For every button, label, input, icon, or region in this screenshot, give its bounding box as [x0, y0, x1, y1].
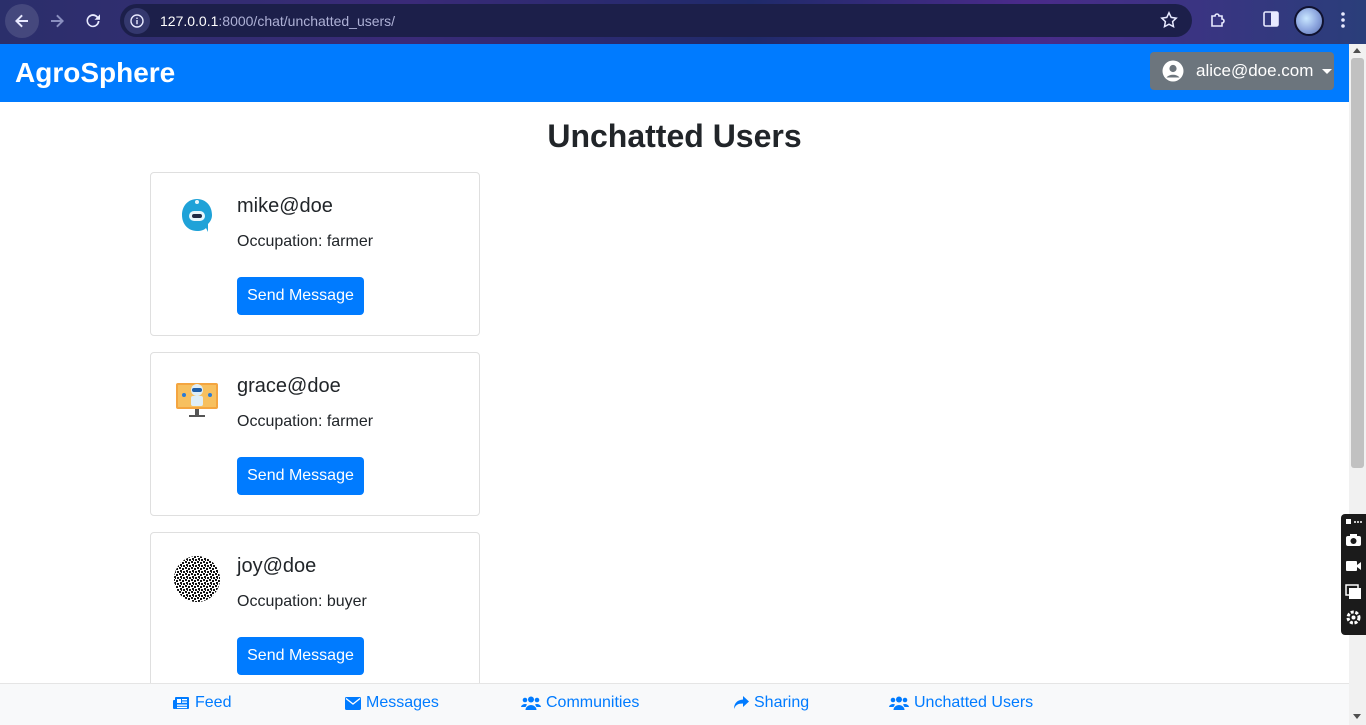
robot-avatar-icon [182, 199, 212, 232]
user-name: mike@doe [237, 195, 333, 217]
reload-icon [86, 14, 100, 28]
nav-feed-label: Feed [195, 694, 232, 711]
gear-icon[interactable] [1345, 609, 1362, 626]
side-panel-icon[interactable] [1262, 10, 1280, 28]
arrow-right-icon [51, 14, 64, 28]
nav-feed[interactable]: Feed [172, 694, 231, 712]
user-occupation: Occupation: farmer [237, 413, 374, 430]
robot-monitor-avatar-icon [176, 383, 218, 417]
more-options-icon[interactable] [1335, 10, 1351, 30]
user-circle-icon [1162, 60, 1184, 82]
page-title: Unchatted Users [547, 118, 802, 154]
user-name: joy@doe [237, 555, 317, 577]
envelope-icon [345, 696, 361, 710]
user-card: mike@doe Occupation: farmer Send Message [150, 172, 480, 336]
send-message-button[interactable]: Send Message [237, 457, 364, 495]
extensions-icon[interactable] [1208, 10, 1228, 30]
scroll-up-arrow[interactable] [1353, 48, 1361, 53]
share-icon [734, 696, 749, 709]
arrow-left-icon [15, 14, 28, 28]
user-occupation: Occupation: farmer [237, 233, 374, 250]
profile-avatar[interactable] [1294, 6, 1324, 36]
nav-communities-label: Communities [546, 694, 640, 711]
screen-capture-widget [1341, 514, 1366, 635]
pattern-avatar-icon [174, 556, 220, 602]
forward-button[interactable] [40, 4, 74, 38]
url-text: 127.0.0.1:8000/chat/unchatted_users/ [160, 13, 395, 29]
reload-button[interactable] [76, 4, 110, 38]
site-info-icon[interactable] [124, 7, 150, 34]
nav-messages-label: Messages [366, 694, 439, 711]
nav-unchatted-label: Unchatted Users [914, 694, 1034, 711]
user-dropdown-button[interactable]: alice@doe.com [1150, 52, 1334, 90]
nav-communities[interactable]: Communities [521, 694, 639, 712]
chevron-down-icon [1322, 68, 1333, 74]
url-host: 127.0.0.1 [160, 12, 219, 29]
brand-logo[interactable]: AgroSphere [15, 57, 175, 89]
bottom-navigation: Feed Messages Communities Sharing Unchat… [0, 683, 1349, 725]
video-camera-icon[interactable] [1345, 558, 1362, 574]
nav-unchatted-users[interactable]: Unchatted Users [889, 694, 1033, 712]
send-message-button[interactable]: Send Message [237, 637, 364, 675]
address-bar[interactable]: 127.0.0.1:8000/chat/unchatted_users/ [120, 4, 1192, 37]
user-occupation: Occupation: buyer [237, 593, 367, 610]
newspaper-icon [173, 697, 189, 709]
browser-toolbar: 127.0.0.1:8000/chat/unchatted_users/ [0, 0, 1366, 44]
nav-sharing-label: Sharing [754, 694, 810, 711]
bookmark-star-icon[interactable] [1160, 11, 1178, 29]
camera-icon[interactable] [1345, 532, 1362, 548]
back-button[interactable] [5, 4, 39, 38]
url-path: :8000/chat/unchatted_users/ [218, 12, 396, 29]
nav-sharing[interactable]: Sharing [733, 694, 809, 712]
scroll-thumb[interactable] [1351, 58, 1364, 468]
user-name: grace@doe [237, 375, 341, 397]
user-card: joy@doe Occupation: buyer Send Message [150, 532, 480, 696]
widget-handle-icon[interactable] [1345, 518, 1362, 526]
app-navbar: AgroSphere alice@doe.com [0, 44, 1349, 102]
users-icon [889, 696, 909, 710]
nav-messages[interactable]: Messages [345, 694, 439, 712]
send-message-button[interactable]: Send Message [237, 277, 364, 315]
scroll-down-arrow[interactable] [1353, 714, 1361, 719]
screen-share-icon[interactable] [1345, 584, 1362, 600]
user-card: grace@doe Occupation: farmer Send Messag… [150, 352, 480, 516]
users-icon [521, 696, 541, 710]
user-email: alice@doe.com [1196, 61, 1314, 80]
